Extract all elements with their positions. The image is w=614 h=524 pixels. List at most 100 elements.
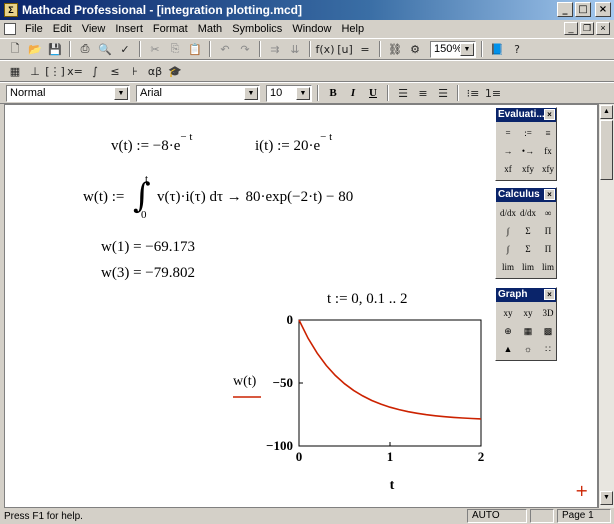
bullets-icon[interactable]: ⁝≡ bbox=[464, 84, 482, 102]
scroll-down-icon[interactable]: ▼ bbox=[600, 491, 613, 505]
zoom-select[interactable]: 150% ▼ bbox=[430, 40, 476, 58]
graph-palette-button[interactable]: ▩ bbox=[539, 323, 557, 339]
graph-palette-icon[interactable]: ⊥ bbox=[26, 62, 44, 80]
font-select[interactable]: Arial ▼ bbox=[136, 84, 260, 102]
copy-icon[interactable]: ⎘ bbox=[166, 40, 184, 58]
align-across-icon[interactable]: ⇉ bbox=[266, 40, 284, 58]
evaluation-palette-button[interactable]: ≡ bbox=[539, 125, 557, 141]
calculus-palette-button[interactable]: ∞ bbox=[539, 205, 557, 221]
graph-palette-button[interactable]: ▦ bbox=[519, 323, 537, 339]
graph-palette-button[interactable]: 3D bbox=[539, 305, 557, 321]
graph-palette-button[interactable]: ∷ bbox=[539, 341, 557, 357]
component-wizard-icon[interactable]: ⚙ bbox=[406, 40, 424, 58]
calculus-palette-button[interactable]: d/dx bbox=[519, 205, 537, 221]
vertical-scrollbar[interactable]: ▲ ▼ bbox=[598, 104, 614, 508]
chevron-down-icon[interactable]: ▼ bbox=[244, 86, 258, 100]
underline-button[interactable]: U bbox=[364, 84, 382, 102]
scroll-up-icon[interactable]: ▲ bbox=[600, 105, 613, 119]
calculus-palette-button[interactable]: lim bbox=[539, 259, 557, 275]
graph-palette-button[interactable]: xy bbox=[519, 305, 537, 321]
redo-icon[interactable]: ↷ bbox=[236, 40, 254, 58]
italic-button[interactable]: I bbox=[344, 84, 362, 102]
document-icon[interactable] bbox=[4, 23, 16, 35]
boolean-palette-icon[interactable]: ≤ bbox=[106, 62, 124, 80]
print-preview-icon[interactable]: 🔍 bbox=[96, 40, 114, 58]
evaluation-palette[interactable]: Evaluati... × =:= ≡ → •→ fx xf xfy xfy bbox=[495, 107, 557, 181]
save-icon[interactable]: 💾 bbox=[46, 40, 64, 58]
calculus-palette-button[interactable]: ∫ bbox=[499, 223, 517, 239]
scrollbar-thumb[interactable] bbox=[600, 120, 613, 180]
print-icon[interactable]: ⎙ bbox=[76, 40, 94, 58]
close-button[interactable]: × bbox=[595, 2, 611, 17]
title-bar[interactable]: Σ Mathcad Professional - [integration pl… bbox=[0, 0, 614, 20]
calculus-palette-button[interactable]: Π bbox=[539, 223, 557, 239]
calculus-palette-button[interactable]: Π bbox=[539, 241, 557, 257]
w3-evaluation[interactable]: w(3) = −79.802 bbox=[101, 265, 195, 282]
chevron-down-icon[interactable]: ▼ bbox=[296, 86, 310, 100]
menu-window[interactable]: Window bbox=[287, 23, 336, 35]
menu-edit[interactable]: Edit bbox=[48, 23, 77, 35]
evaluation-palette-button[interactable]: xf bbox=[499, 161, 517, 177]
undo-icon[interactable]: ↶ bbox=[216, 40, 234, 58]
w-integrand-result[interactable]: v(τ)·i(τ) dτ → 80·exp(−2·t) − 80 bbox=[157, 189, 353, 206]
cut-icon[interactable]: ✂ bbox=[146, 40, 164, 58]
menu-file[interactable]: File bbox=[20, 23, 48, 35]
align-down-icon[interactable]: ⇊ bbox=[286, 40, 304, 58]
close-icon[interactable]: × bbox=[544, 189, 555, 200]
doc-restore-button[interactable]: ❐ bbox=[580, 22, 594, 35]
evaluation-palette-button[interactable]: → bbox=[499, 143, 517, 159]
menu-symbolics[interactable]: Symbolics bbox=[227, 23, 287, 35]
align-right-icon[interactable]: ☰ bbox=[434, 84, 452, 102]
graph-palette-button[interactable]: ▲ bbox=[499, 341, 517, 357]
calculus-palette-button[interactable]: d/dx bbox=[499, 205, 517, 221]
doc-minimize-button[interactable]: _ bbox=[564, 22, 578, 35]
font-size-select[interactable]: 10 ▼ bbox=[266, 84, 312, 102]
xy-plot[interactable]: 0−50−1000 1 2 w(t) t bbox=[225, 312, 525, 505]
evaluation-palette-button[interactable]: xfy bbox=[539, 161, 557, 177]
evaluation-palette-button[interactable]: = bbox=[499, 125, 517, 141]
chevron-down-icon[interactable]: ▼ bbox=[460, 42, 474, 56]
evaluation-palette-button[interactable]: fx bbox=[539, 143, 557, 159]
menu-format[interactable]: Format bbox=[148, 23, 193, 35]
menu-math[interactable]: Math bbox=[193, 23, 227, 35]
calculate-icon[interactable]: = bbox=[356, 40, 374, 58]
programming-palette-icon[interactable]: ⊦ bbox=[126, 62, 144, 80]
doc-close-button[interactable]: × bbox=[596, 22, 610, 35]
close-icon[interactable]: × bbox=[544, 109, 555, 120]
resource-center-icon[interactable]: 📘 bbox=[488, 40, 506, 58]
calculus-palette-button[interactable]: lim bbox=[519, 259, 537, 275]
graph-palette[interactable]: Graph × xy xy 3D ⊕ ▦ ▩ ▲ ☼ ∷ bbox=[495, 287, 557, 361]
maximize-button[interactable]: □ bbox=[575, 2, 591, 17]
help-icon[interactable]: ? bbox=[508, 40, 526, 58]
insert-unit-icon[interactable]: [u] bbox=[336, 40, 354, 58]
style-select[interactable]: Normal ▼ bbox=[6, 84, 130, 102]
align-left-icon[interactable]: ☰ bbox=[394, 84, 412, 102]
menu-view[interactable]: View bbox=[77, 23, 111, 35]
chevron-down-icon[interactable]: ▼ bbox=[114, 86, 128, 100]
menu-help[interactable]: Help bbox=[336, 23, 369, 35]
menu-insert[interactable]: Insert bbox=[110, 23, 148, 35]
evaluation-palette-button[interactable]: := bbox=[519, 125, 537, 141]
graph-palette-button[interactable]: ⊕ bbox=[499, 323, 517, 339]
matrix-palette-icon[interactable]: [⋮] bbox=[45, 62, 65, 80]
calculus-palette-button[interactable]: ∫ bbox=[499, 241, 517, 257]
calculator-palette-icon[interactable]: ▦ bbox=[6, 62, 24, 80]
close-icon[interactable]: × bbox=[544, 289, 555, 300]
new-icon[interactable]: 🗋 bbox=[6, 40, 24, 58]
calculus-palette-icon[interactable]: ∫ bbox=[86, 62, 104, 80]
calculus-palette-title[interactable]: Calculus × bbox=[496, 188, 556, 202]
range-variable[interactable]: t := 0, 0.1 .. 2 bbox=[327, 291, 408, 308]
greek-palette-icon[interactable]: αβ bbox=[146, 62, 164, 80]
w-definition-lhs[interactable]: w(t) := bbox=[83, 189, 124, 206]
insert-hyperlink-icon[interactable]: ⛓ bbox=[386, 40, 404, 58]
graph-palette-button[interactable]: xy bbox=[499, 305, 517, 321]
calculus-palette[interactable]: Calculus × d/dx d/dx ∞ ∫ Σ Π ∫ Σ Πlim lim lim bbox=[495, 187, 557, 279]
worksheet[interactable]: v(t) := −8·e− t i(t) := 20·e− t w(t) := … bbox=[4, 104, 598, 508]
spell-check-icon[interactable]: ✓ bbox=[116, 40, 134, 58]
w1-evaluation[interactable]: w(1) = −69.173 bbox=[101, 239, 195, 256]
v-definition[interactable]: v(t) := −8·e− t bbox=[111, 131, 192, 155]
minimize-button[interactable]: _ bbox=[557, 2, 573, 17]
evaluation-palette-icon[interactable]: x= bbox=[66, 62, 84, 80]
symbolic-palette-icon[interactable]: 🎓 bbox=[166, 62, 184, 80]
bold-button[interactable]: B bbox=[324, 84, 342, 102]
